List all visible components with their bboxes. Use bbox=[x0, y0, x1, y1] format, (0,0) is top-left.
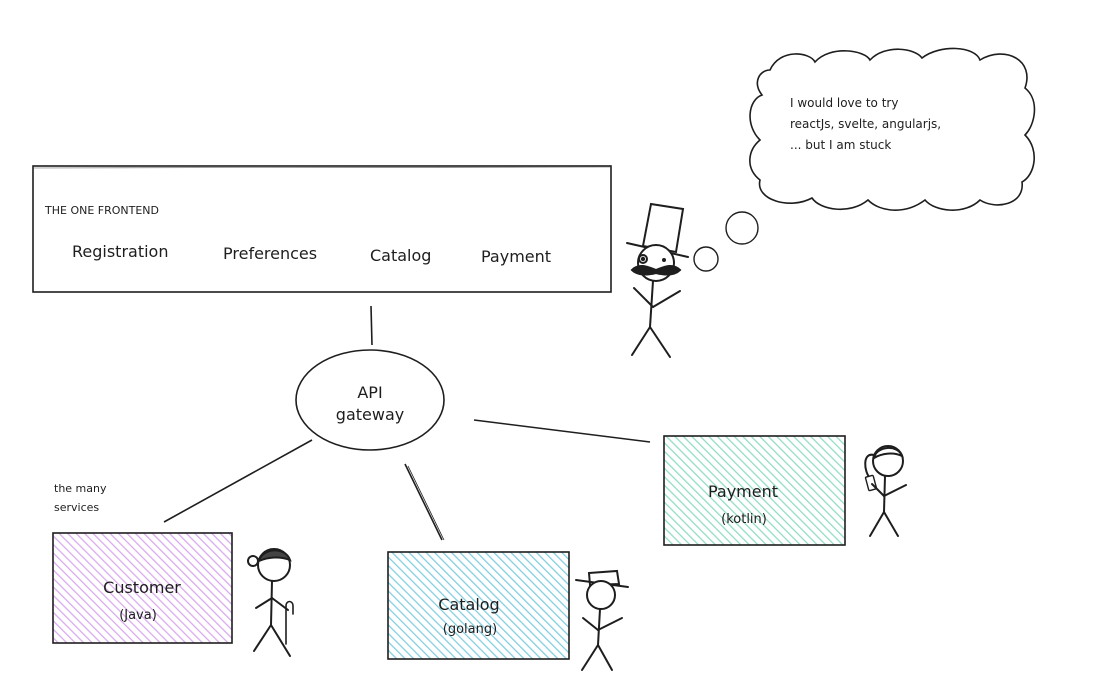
stick-figure-payment-dev bbox=[864, 445, 907, 537]
service-payment: Payment (kotlin) bbox=[663, 435, 846, 546]
frontend-title: THE ONE FRONTEND bbox=[44, 204, 159, 217]
api-gateway: API gateway bbox=[295, 349, 445, 451]
architecture-diagram: THE ONE FRONTEND Registration Preference… bbox=[32, 47, 1036, 671]
thought-dot-large bbox=[725, 211, 759, 245]
service-customer-lang: (Java) bbox=[119, 608, 157, 623]
stick-figure-top-hat bbox=[626, 202, 689, 358]
thought-bubble: I would love to try reactJs, svelte, ang… bbox=[693, 47, 1036, 272]
connector-frontend-gateway bbox=[370, 305, 373, 346]
service-catalog-name: Catalog bbox=[438, 595, 499, 614]
frontend-module-registration: Registration bbox=[72, 242, 168, 261]
connector-gateway-catalog-sketch bbox=[407, 465, 445, 541]
connector-gateway-payment bbox=[473, 419, 651, 443]
connector-gateway-catalog bbox=[404, 463, 443, 541]
service-customer: Customer (Java) bbox=[52, 532, 233, 644]
service-payment-name: Payment bbox=[708, 482, 778, 501]
thought-line-3: ... but I am stuck bbox=[790, 138, 891, 152]
thought-line-1: I would love to try bbox=[790, 96, 898, 110]
thought-dot-small bbox=[693, 246, 719, 272]
frontend-module-payment: Payment bbox=[481, 247, 551, 266]
service-payment-lang: (kotlin) bbox=[721, 512, 767, 527]
stick-figure-catalog-dev bbox=[575, 569, 629, 671]
service-catalog-lang: (golang) bbox=[443, 622, 497, 637]
api-gateway-label-2: gateway bbox=[336, 405, 404, 424]
service-catalog: Catalog (golang) bbox=[387, 551, 570, 660]
service-customer-name: Customer bbox=[103, 578, 181, 597]
thought-line-2: reactJs, svelte, angularjs, bbox=[790, 117, 941, 131]
frontend-box: THE ONE FRONTEND Registration Preference… bbox=[32, 165, 612, 293]
services-label-line-1: the many bbox=[54, 482, 107, 495]
stick-figure-customer-dev bbox=[247, 548, 294, 657]
services-label-line-2: services bbox=[54, 501, 99, 514]
frontend-module-catalog: Catalog bbox=[370, 246, 431, 265]
frontend-module-preferences: Preferences bbox=[223, 244, 317, 263]
connector-gateway-customer bbox=[163, 439, 313, 523]
api-gateway-label-1: API bbox=[357, 383, 382, 402]
frontend-box-border bbox=[32, 165, 612, 293]
